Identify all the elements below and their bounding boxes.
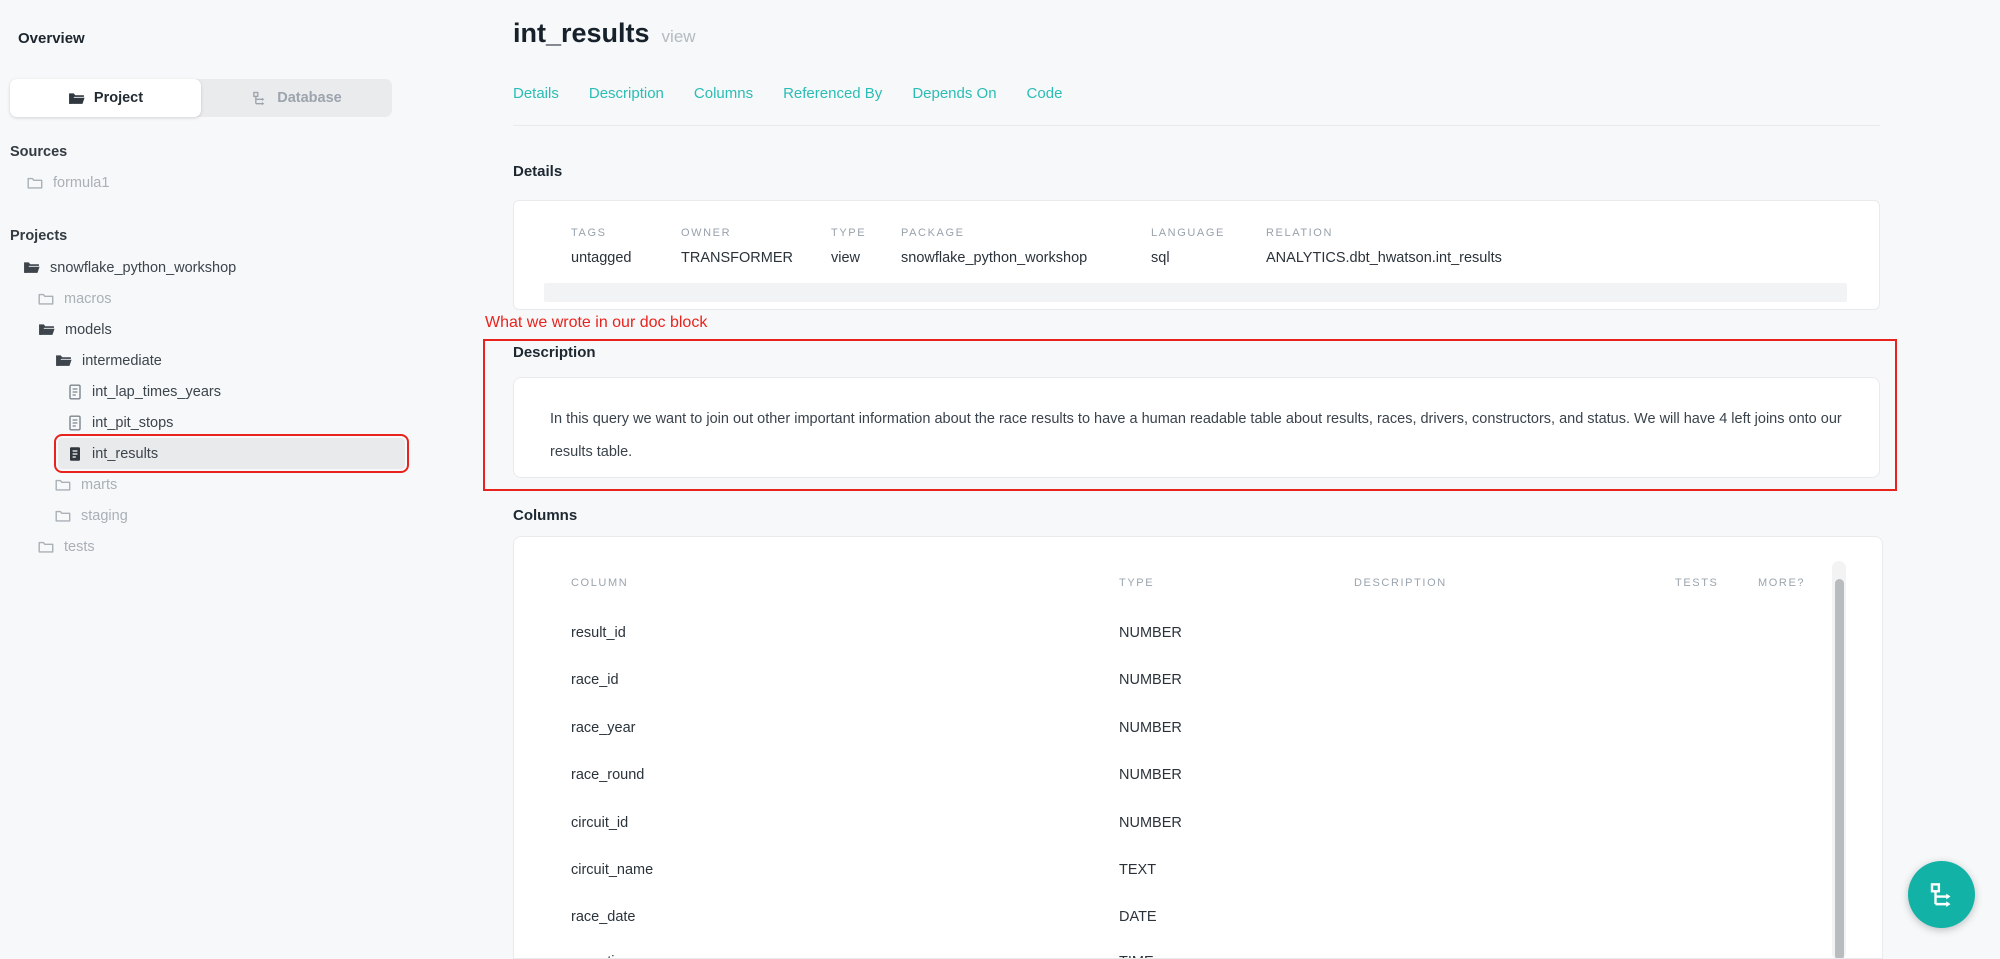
sidebar-item-tests[interactable]: tests	[0, 531, 420, 562]
lineage-graph-button[interactable]	[1908, 861, 1975, 928]
sidebar-item-snowflake-python-workshop[interactable]: snowflake_python_workshop	[0, 252, 420, 283]
sidebar-item-staging[interactable]: staging	[0, 500, 420, 531]
columns-section-heading: Columns	[513, 507, 577, 524]
project-toggle-label: Project	[94, 90, 143, 106]
overview-heading: Overview	[18, 30, 85, 47]
folder-open-icon	[68, 91, 85, 106]
table-row[interactable]: circuit_id NUMBER	[514, 815, 1882, 835]
page-title: int_results view	[513, 18, 696, 49]
project-tree: snowflake_python_workshop macros models …	[0, 252, 420, 562]
sources-heading: Sources	[10, 144, 67, 160]
database-toggle-button[interactable]: Database	[201, 79, 392, 117]
column-header-more: MORE?	[1758, 577, 1805, 589]
tab-details[interactable]: Details	[513, 85, 559, 102]
tree-icon	[251, 90, 268, 107]
sidebar-item-models[interactable]: models	[0, 314, 420, 345]
view-toggle: Project Database	[10, 79, 392, 117]
sidebar-item-intermediate[interactable]: intermediate	[0, 345, 420, 376]
divider	[513, 125, 1880, 126]
scrollbar-track[interactable]	[1832, 561, 1846, 959]
column-header-column: COLUMN	[571, 577, 628, 589]
folder-icon	[38, 292, 54, 306]
column-header-type: TYPE	[1119, 577, 1154, 589]
table-row[interactable]: race_time TIME	[514, 954, 1882, 959]
sidebar-item-marts[interactable]: marts	[0, 469, 420, 500]
columns-card: COLUMN TYPE DESCRIPTION TESTS MORE? resu…	[513, 536, 1883, 959]
sidebar-item-int-lap-times-years[interactable]: int_lap_times_years	[0, 376, 420, 407]
tab-referenced-by[interactable]: Referenced By	[783, 85, 882, 102]
sidebar-item-int-results[interactable]: int_results	[58, 438, 405, 469]
database-toggle-label: Database	[277, 90, 341, 106]
doc-block-annotation: What we wrote in our doc block	[485, 314, 707, 332]
folder-open-icon	[23, 260, 40, 275]
tab-code[interactable]: Code	[1027, 85, 1063, 102]
tab-description[interactable]: Description	[589, 85, 664, 102]
description-card: In this query we want to join out other …	[513, 377, 1880, 478]
tab-columns[interactable]: Columns	[694, 85, 753, 102]
column-header-tests: TESTS	[1675, 577, 1718, 589]
table-row[interactable]: race_date DATE	[514, 909, 1882, 929]
sidebar: Overview Project Database Sources formul…	[0, 0, 440, 959]
file-icon	[68, 415, 82, 431]
description-section-heading: Description	[513, 344, 596, 361]
file-icon	[68, 384, 82, 400]
folder-open-icon	[55, 353, 72, 368]
sidebar-item-macros[interactable]: macros	[0, 283, 420, 314]
projects-heading: Projects	[10, 228, 67, 244]
collapsed-strip	[544, 283, 1847, 302]
details-card: TAGS untagged OWNER TRANSFORMER TYPE vie…	[513, 200, 1880, 310]
table-row[interactable]: circuit_name TEXT	[514, 862, 1882, 882]
model-type-badge: view	[662, 27, 696, 47]
tab-bar: Details Description Columns Referenced B…	[513, 85, 1062, 102]
model-name: int_results	[513, 18, 650, 49]
lineage-graph-icon	[1927, 880, 1957, 910]
description-text: In this query we want to join out other …	[550, 403, 1845, 469]
sidebar-item-formula1[interactable]: formula1	[27, 170, 109, 196]
file-solid-icon	[68, 446, 82, 462]
table-row[interactable]: race_id NUMBER	[514, 672, 1882, 692]
table-row[interactable]: result_id NUMBER	[514, 625, 1882, 645]
folder-open-icon	[38, 322, 55, 337]
folder-icon	[55, 509, 71, 523]
sidebar-item-int-pit-stops[interactable]: int_pit_stops	[0, 407, 420, 438]
table-row[interactable]: race_year NUMBER	[514, 720, 1882, 740]
column-header-description: DESCRIPTION	[1354, 577, 1447, 589]
folder-icon	[55, 478, 71, 492]
table-row[interactable]: race_round NUMBER	[514, 767, 1882, 787]
folder-icon	[38, 540, 54, 554]
folder-icon	[27, 176, 43, 190]
details-section-heading: Details	[513, 163, 562, 180]
project-toggle-button[interactable]: Project	[10, 79, 201, 117]
scrollbar-thumb[interactable]	[1835, 579, 1844, 959]
tab-depends-on[interactable]: Depends On	[912, 85, 996, 102]
